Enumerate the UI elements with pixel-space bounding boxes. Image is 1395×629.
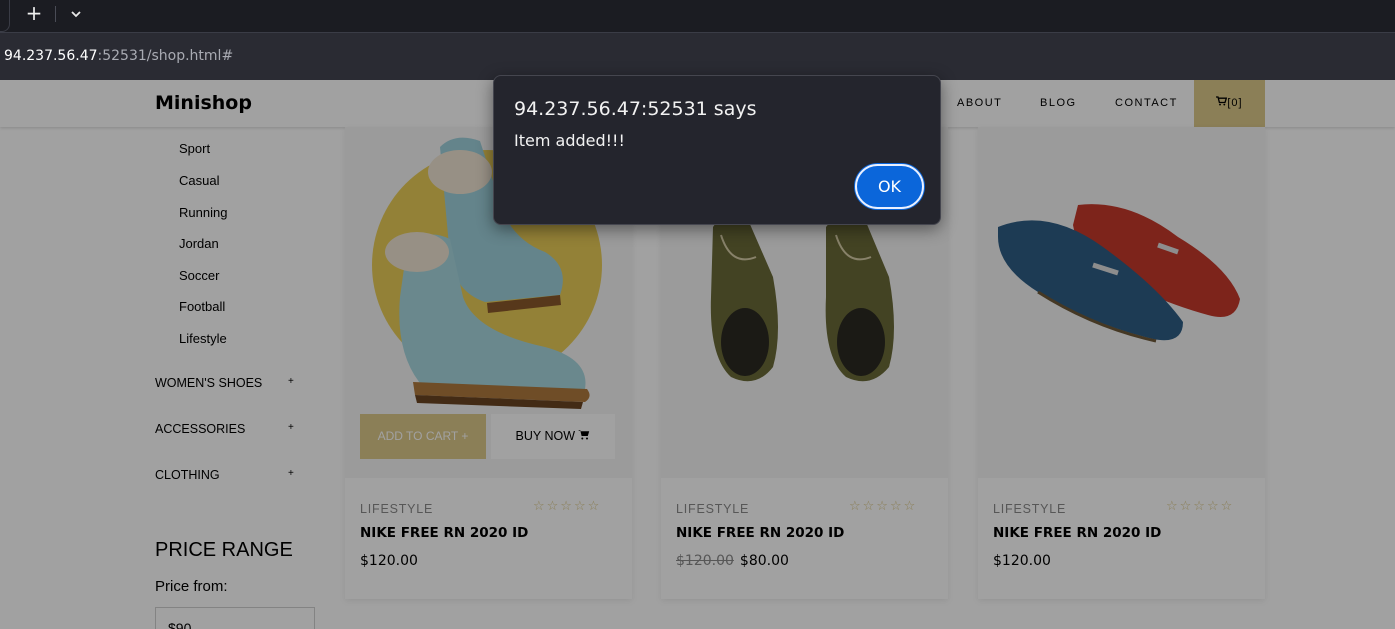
ok-button[interactable]: OK [855,164,924,209]
tab-separator [55,6,56,22]
url-path: :52531/shop.html# [97,48,234,64]
url-host: 94.237.56.47 [4,48,98,64]
browser-tab-bar: + [0,0,1395,32]
alert-dialog: 94.237.56.47:52531 says Item added!!! OK [493,75,941,225]
chevron-down-icon[interactable] [66,4,86,24]
new-tab-button[interactable]: + [22,2,46,26]
address-bar[interactable]: 94.237.56.47:52531/shop.html# [0,32,1395,80]
tab-edge [0,0,10,32]
url-text[interactable]: 94.237.56.47:52531/shop.html# [4,48,233,64]
alert-title: 94.237.56.47:52531 says [514,98,757,120]
alert-message: Item added!!! [514,131,625,150]
